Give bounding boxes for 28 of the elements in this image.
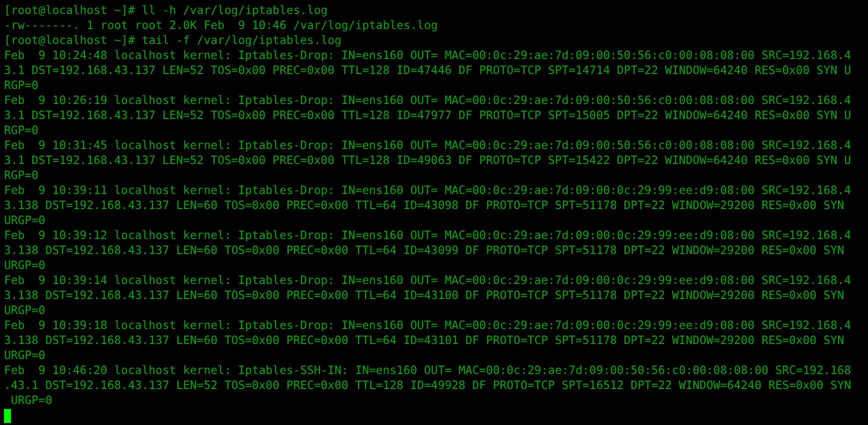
terminal-line: RGP=0 (4, 123, 38, 138)
terminal-line: Feb 9 10:46:20 localhost kernel: Iptables-SSH-IN: IN=ens160 OUT= MAC=00:0c:29:ae:7d:09:00:50:56:c0:00:08:08:00 SRC=192.168 (4, 363, 851, 378)
terminal-line: [root@localhost ~]# tail -f /var/log/iptables.log (4, 33, 342, 48)
terminal-line: 3.1 DST=192.168.43.137 LEN=52 TOS=0x00 PREC=0x00 TTL=128 ID=47446 DF PROTO=TCP SPT=14714 DPT=22 WINDOW=64240 RES=0x00 SYN U (4, 63, 851, 78)
terminal-line: Feb 9 10:39:18 localhost kernel: Iptables-Drop: IN=ens160 OUT= MAC=00:0c:29:ae:7d:09:00:0c:29:99:ee:d9:08:00 SRC=192.168.4 (4, 318, 851, 333)
terminal-line: Feb 9 10:26:19 localhost kernel: Iptables-Drop: IN=ens160 OUT= MAC=00:0c:29:ae:7d:09:00:50:56:c0:00:08:08:00 SRC=192.168.4 (4, 93, 851, 108)
terminal-line: URGP=0 (4, 258, 46, 273)
terminal-line: .43.1 DST=192.168.43.137 LEN=52 TOS=0x00 PREC=0x00 TTL=128 ID=49928 DF PROTO=TCP SPT=16512 DPT=22 WINDOW=64240 RES=0x00 SYN (4, 378, 851, 393)
terminal-line: Feb 9 10:24:48 localhost kernel: Iptables-Drop: IN=ens160 OUT= MAC=00:0c:29:ae:7d:09:00:50:56:c0:00:08:08:00 SRC=192.168.4 (4, 48, 851, 63)
terminal-line: RGP=0 (4, 78, 38, 93)
terminal-line: Feb 9 10:39:12 localhost kernel: Iptables-Drop: IN=ens160 OUT= MAC=00:0c:29:ae:7d:09:00:0c:29:99:ee:d9:08:00 SRC=192.168.4 (4, 228, 851, 243)
terminal-line: 3.1 DST=192.168.43.137 LEN=52 TOS=0x00 PREC=0x00 TTL=128 ID=47977 DF PROTO=TCP SPT=15005 DPT=22 WINDOW=64240 RES=0x00 SYN U (4, 108, 851, 123)
terminal-line: URGP=0 (4, 303, 46, 318)
terminal-line: URGP=0 (4, 348, 46, 363)
terminal-line: 3.1 DST=192.168.43.137 LEN=52 TOS=0x00 PREC=0x00 TTL=128 ID=49063 DF PROTO=TCP SPT=15422 DPT=22 WINDOW=64240 RES=0x00 SYN U (4, 153, 851, 168)
terminal-line: 3.138 DST=192.168.43.137 LEN=60 TOS=0x00 PREC=0x00 TTL=64 ID=43100 DF PROTO=TCP SPT=51178 DPT=22 WINDOW=29200 RES=0x00 SYN (4, 288, 844, 303)
terminal-line: 3.138 DST=192.168.43.137 LEN=60 TOS=0x00 PREC=0x00 TTL=64 ID=43098 DF PROTO=TCP SPT=51178 DPT=22 WINDOW=29200 RES=0x00 SYN (4, 198, 844, 213)
terminal-line: Feb 9 10:39:11 localhost kernel: Iptables-Drop: IN=ens160 OUT= MAC=00:0c:29:ae:7d:09:00:0c:29:99:ee:d9:08:00 SRC=192.168.4 (4, 183, 851, 198)
terminal-line: Feb 9 10:31:45 localhost kernel: Iptables-Drop: IN=ens160 OUT= MAC=00:0c:29:ae:7d:09:00:50:56:c0:00:08:08:00 SRC=192.168.4 (4, 138, 851, 153)
terminal-line: Feb 9 10:39:14 localhost kernel: Iptables-Drop: IN=ens160 OUT= MAC=00:0c:29:ae:7d:09:00:0c:29:99:ee:d9:08:00 SRC=192.168.4 (4, 273, 851, 288)
terminal-line: URGP=0 (10, 393, 52, 408)
terminal-cursor (4, 409, 11, 423)
terminal-line: 3.138 DST=192.168.43.137 LEN=60 TOS=0x00 PREC=0x00 TTL=64 ID=43101 DF PROTO=TCP SPT=51178 DPT=22 WINDOW=29200 RES=0x00 SYN (4, 333, 844, 348)
terminal-line: 3.138 DST=192.168.43.137 LEN=60 TOS=0x00 PREC=0x00 TTL=64 ID=43099 DF PROTO=TCP SPT=51178 DPT=22 WINDOW=29200 RES=0x00 SYN (4, 243, 844, 258)
terminal-line: [root@localhost ~]# ll -h /var/log/iptables.log (4, 3, 328, 18)
terminal-line: URGP=0 (4, 213, 46, 228)
terminal-line: RGP=0 (4, 168, 38, 183)
terminal-line: -rw-------. 1 root root 2.0K Feb 9 10:46 /var/log/iptables.log (4, 18, 438, 33)
